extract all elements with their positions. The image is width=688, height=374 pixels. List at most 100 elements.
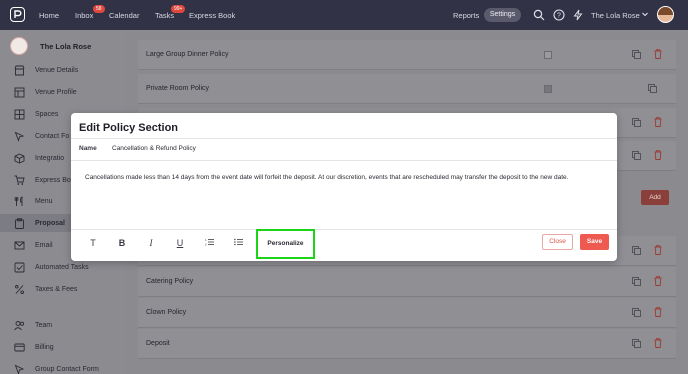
sidebar-item-label: Express Bo <box>35 176 71 184</box>
clipboard-icon <box>15 217 24 229</box>
users-icon <box>14 320 25 330</box>
help-icon[interactable]: ? <box>553 9 565 21</box>
trash-icon[interactable] <box>654 150 662 160</box>
sidebar-item-team[interactable]: Team <box>14 319 126 331</box>
sidebar-item-label: Automated Tasks <box>35 263 89 271</box>
inbox-badge: 58 <box>93 5 105 13</box>
card-icon <box>14 343 25 351</box>
nav-home[interactable]: Home <box>39 11 59 20</box>
svg-text:1: 1 <box>205 238 207 242</box>
cart-icon <box>14 175 25 185</box>
policy-row[interactable]: Deposit <box>138 329 676 359</box>
policy-row[interactable]: Large Group Dinner Policy <box>138 40 676 70</box>
policy-row[interactable]: Clown Policy <box>138 298 676 328</box>
policy-name: Large Group Dinner Policy <box>146 51 229 58</box>
utensils-icon <box>14 195 23 206</box>
nav-tasks[interactable]: Tasks <box>155 11 174 20</box>
policy-row[interactable]: Private Room Policy <box>138 74 676 104</box>
trash-icon[interactable] <box>654 338 662 348</box>
copy-icon[interactable] <box>632 50 641 59</box>
search-icon[interactable] <box>533 9 545 21</box>
grid-icon <box>14 109 25 119</box>
policy-row[interactable]: Catering Policy <box>138 267 676 297</box>
trash-icon[interactable] <box>654 307 662 317</box>
bullet-list-icon[interactable] <box>233 238 243 248</box>
layout-icon <box>14 87 25 97</box>
nav-inbox[interactable]: Inbox <box>75 11 93 20</box>
sidebar-item-label: Email <box>35 241 53 249</box>
policy-name: Clown Policy <box>146 309 187 316</box>
policy-text-editor[interactable]: Cancellations made less than 14 days fro… <box>85 172 605 183</box>
sidebar-item-automated-tasks[interactable]: Automated Tasks <box>14 261 126 273</box>
name-label: Name <box>79 145 97 152</box>
cursor-icon <box>14 364 25 374</box>
percent-icon <box>15 284 24 294</box>
top-navbar: Home Inbox 58 Calendar Tasks 99+ Express… <box>0 0 688 30</box>
sidebar-item-venue-details[interactable]: Venue Details <box>14 64 126 76</box>
tasks-badge: 99+ <box>171 5 186 13</box>
sidebar-item-venue-profile[interactable]: Venue Profile <box>14 86 126 98</box>
ordered-list-icon[interactable]: 12 <box>204 238 214 248</box>
trash-icon[interactable] <box>654 276 662 286</box>
copy-icon[interactable] <box>648 84 657 93</box>
cursor-icon <box>14 131 25 142</box>
nav-express-book[interactable]: Express Book <box>189 11 235 20</box>
policy-name: Deposit <box>146 340 170 347</box>
checkbox-icon <box>14 262 25 272</box>
cube-icon <box>14 152 25 163</box>
mail-icon <box>14 241 25 249</box>
store-icon <box>14 65 25 75</box>
policy-name: Catering Policy <box>146 278 194 285</box>
copy-icon[interactable] <box>632 277 641 286</box>
underline-button[interactable]: U <box>175 238 185 248</box>
divider <box>71 229 617 230</box>
copy-icon[interactable] <box>632 308 641 317</box>
text-style-button[interactable]: T <box>88 238 98 248</box>
trash-icon[interactable] <box>654 49 662 59</box>
copy-icon[interactable] <box>632 118 641 127</box>
personalize-button[interactable]: Personalize <box>258 240 313 247</box>
trash-icon[interactable] <box>654 117 662 127</box>
copy-icon[interactable] <box>632 246 641 255</box>
chevron-down-icon[interactable] <box>641 10 649 22</box>
policy-name: Private Room Policy <box>146 85 210 92</box>
svg-text:?: ? <box>557 13 561 20</box>
copy-icon[interactable] <box>632 151 641 160</box>
bold-button[interactable]: B <box>117 238 127 248</box>
policy-checkbox[interactable] <box>544 85 552 93</box>
policy-name-field[interactable]: Cancellation & Refund Policy <box>112 145 196 152</box>
sidebar-item-label: Contact Fo <box>35 132 70 140</box>
sidebar-item-label: Integratio <box>35 154 65 162</box>
modal-title: Edit Policy Section <box>79 122 179 134</box>
policy-checkbox[interactable] <box>544 51 552 59</box>
sidebar-item-label: Venue Details <box>35 66 79 74</box>
sidebar-item-taxes-fees[interactable]: Taxes & Fees <box>14 283 126 295</box>
divider <box>71 160 617 161</box>
venue-switcher[interactable]: The Lola Rose <box>591 11 640 20</box>
sidebar-item-billing[interactable]: Billing <box>14 341 126 353</box>
sidebar-item-label: Menu <box>35 197 53 205</box>
trash-icon[interactable] <box>654 245 662 255</box>
save-button[interactable]: Save <box>580 234 609 250</box>
italic-button[interactable]: I <box>146 238 156 248</box>
svg-text:2: 2 <box>205 243 207 247</box>
edit-policy-modal: Edit Policy Section Name Cancellation & … <box>71 113 617 261</box>
add-policy-button[interactable]: Add <box>641 190 669 205</box>
sidebar-item-group-contact-form[interactable]: Group Contact Form <box>14 363 126 374</box>
nav-settings[interactable]: Settings <box>484 8 521 22</box>
nav-reports[interactable]: Reports <box>453 11 479 20</box>
close-button[interactable]: Close <box>542 234 573 250</box>
nav-calendar[interactable]: Calendar <box>109 11 139 20</box>
sidebar-item-label: Proposal <box>35 219 65 227</box>
app-logo[interactable] <box>10 7 25 22</box>
sidebar-item-label: Venue Profile <box>35 88 77 96</box>
copy-icon[interactable] <box>632 339 641 348</box>
sidebar-item-label: Spaces <box>35 110 59 118</box>
avatar[interactable] <box>657 6 674 23</box>
personalize-highlight: Personalize <box>256 229 315 259</box>
divider <box>71 138 617 139</box>
sidebar-item-label: Billing <box>35 343 54 351</box>
lightning-icon[interactable] <box>572 9 584 21</box>
sidebar-item-label: Taxes & Fees <box>35 285 78 293</box>
sidebar-venue-name: The Lola Rose <box>40 42 92 51</box>
